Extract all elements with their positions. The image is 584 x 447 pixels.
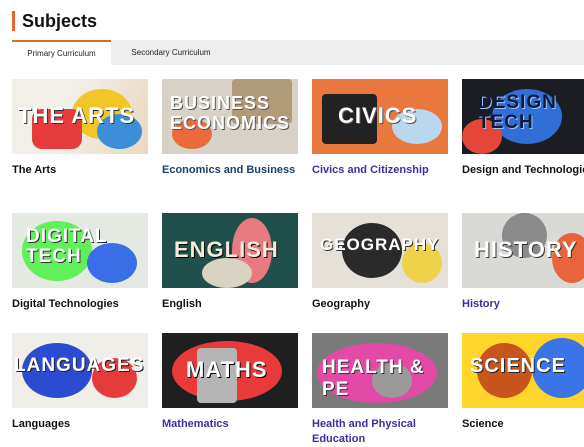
subject-label-health-and-physical-education[interactable]: Health and Physical Education bbox=[312, 417, 452, 447]
subject-thumbnail-digital[interactable]: DIGITAL TECH bbox=[12, 213, 148, 288]
subject-thumbnail-geography[interactable]: GEOGRAPHY bbox=[312, 213, 448, 288]
thumb-text-design: DESIGN TECH bbox=[478, 92, 557, 133]
subject-label-geography[interactable]: Geography bbox=[312, 297, 452, 312]
page-header: Subjects bbox=[12, 10, 97, 32]
subject-label-economics-and-business[interactable]: Economics and Business bbox=[162, 163, 302, 178]
subject-thumbnail-the-arts[interactable]: THE ARTS bbox=[12, 79, 148, 154]
subject-label-civics-and-citizenship[interactable]: Civics and Citizenship bbox=[312, 163, 452, 178]
subject-label-history[interactable]: History bbox=[462, 297, 584, 312]
thumb-text-the-arts: THE ARTS bbox=[18, 103, 136, 128]
thumb-text-science: SCIENCE bbox=[470, 355, 566, 377]
subject-thumbnail-mathematics[interactable]: MATHS bbox=[162, 333, 298, 408]
thumb-text-english: ENGLISH bbox=[174, 237, 279, 262]
subject-label-languages[interactable]: Languages bbox=[12, 417, 152, 432]
subject-thumbnail-english[interactable]: ENGLISH bbox=[162, 213, 298, 288]
subject-thumbnail-history[interactable]: HISTORY bbox=[462, 213, 584, 288]
subject-label-the-arts[interactable]: The Arts bbox=[12, 163, 152, 178]
tab-secondary-curriculum[interactable]: Secondary Curriculum bbox=[111, 40, 231, 65]
subject-thumbnail-science[interactable]: SCIENCE bbox=[462, 333, 584, 408]
thumb-text-economics: BUSINESS ECONOMICS bbox=[170, 93, 291, 133]
subject-label-mathematics[interactable]: Mathematics bbox=[162, 417, 302, 432]
subject-thumbnail-design[interactable]: DESIGN TECH bbox=[462, 79, 584, 154]
subject-thumbnail-civics[interactable]: CIVICS bbox=[312, 79, 448, 154]
thumb-text-history: HISTORY bbox=[474, 237, 578, 262]
page-title: Subjects bbox=[22, 10, 98, 31]
thumb-text-mathematics: MATHS bbox=[186, 357, 268, 382]
subject-label-science[interactable]: Science bbox=[462, 417, 584, 432]
subject-label-english[interactable]: English bbox=[162, 297, 302, 312]
header-accent-bar bbox=[12, 11, 15, 31]
thumb-text-languages: LANGUAGES bbox=[14, 355, 145, 376]
thumb-text-civics: CIVICS bbox=[338, 103, 418, 128]
subject-label-digital-technologies[interactable]: Digital Technologies bbox=[12, 297, 152, 312]
thumb-text-digital: DIGITAL TECH bbox=[26, 226, 108, 267]
thumb-text-geography: GEOGRAPHY bbox=[320, 235, 440, 254]
thumb-text-health: HEALTH & PE bbox=[322, 357, 425, 400]
subject-label-design-and-technologies[interactable]: Design and Technologies bbox=[462, 163, 584, 178]
curriculum-tabs: Primary Curriculum Secondary Curriculum bbox=[12, 40, 584, 65]
subject-thumbnail-languages[interactable]: LANGUAGES bbox=[12, 333, 148, 408]
subject-thumbnail-economics[interactable]: BUSINESS ECONOMICS bbox=[162, 79, 298, 154]
tab-primary-curriculum[interactable]: Primary Curriculum bbox=[12, 40, 111, 65]
subject-thumbnail-health[interactable]: HEALTH & PE bbox=[312, 333, 448, 408]
